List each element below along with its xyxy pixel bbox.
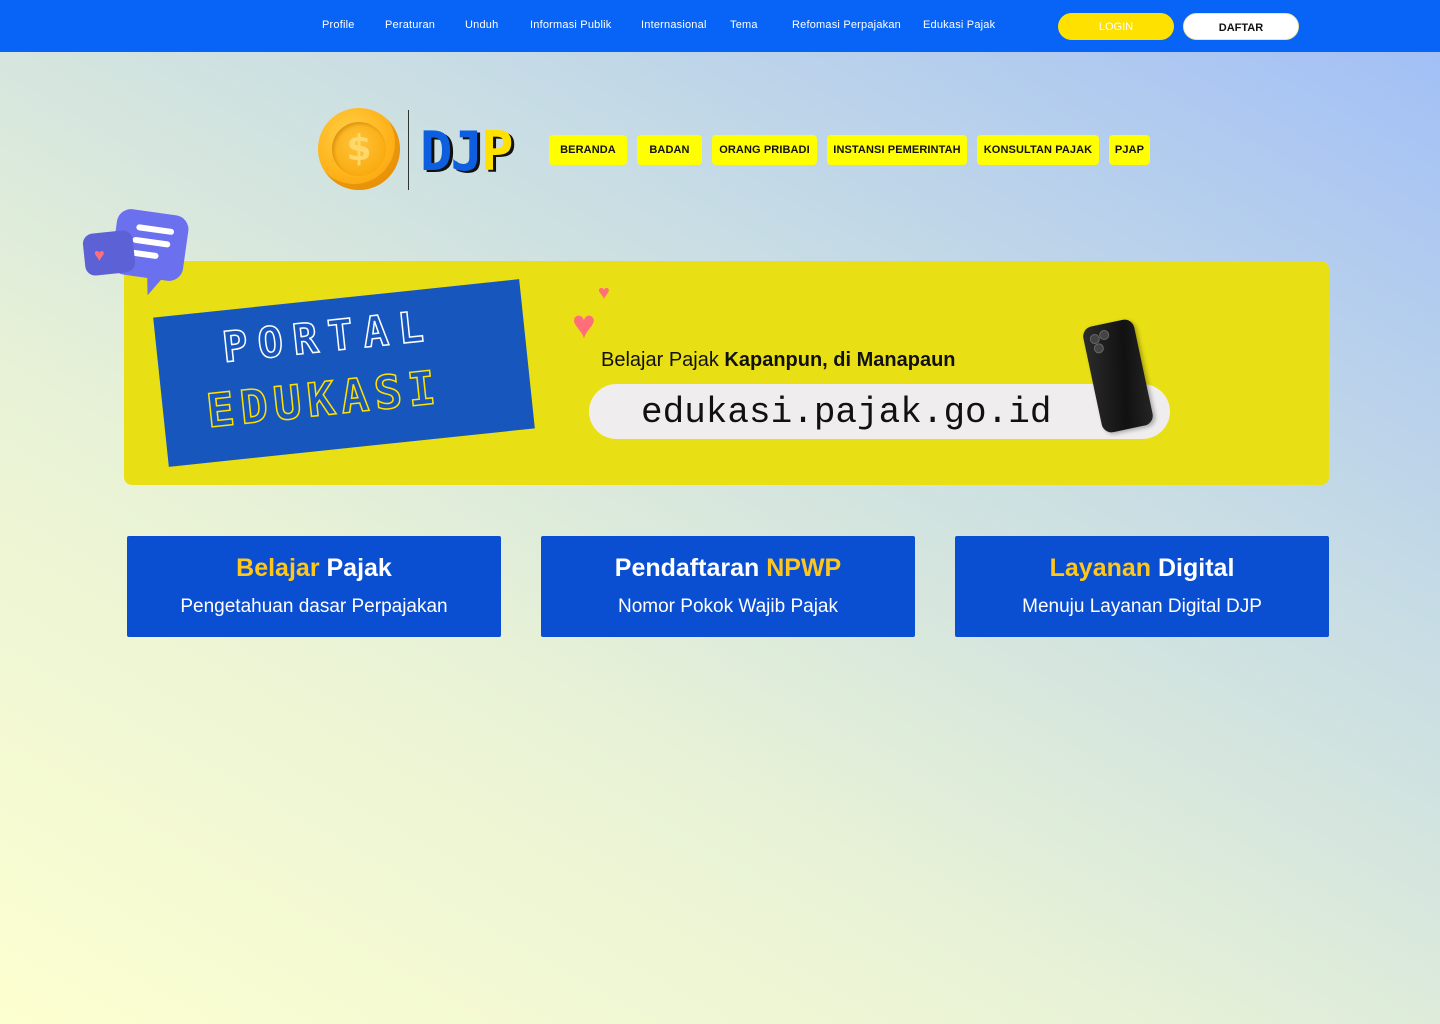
tab-beranda[interactable]: BERANDA <box>549 135 627 165</box>
tab-instansi-pemerintah[interactable]: INSTANSI PEMERINTAH <box>827 135 967 165</box>
nav-link-profile[interactable]: Profile <box>322 19 355 31</box>
card-title: Pendaftaran NPWP <box>541 554 915 583</box>
daftar-button[interactable]: DAFTAR <box>1183 13 1299 40</box>
tagline-bold: Kapanpun, di Manapaun <box>724 349 956 371</box>
heart-icon: ♥ <box>598 282 610 304</box>
tab-badan[interactable]: BADAN <box>637 135 702 165</box>
tab-orang-pribadi[interactable]: ORANG PRIBADI <box>712 135 817 165</box>
tagline-plain: Belajar Pajak <box>601 349 725 371</box>
nav-link-refomasi-perpajakan[interactable]: Refomasi Perpajakan <box>792 19 901 31</box>
nav-link-tema[interactable]: Tema <box>730 19 758 31</box>
nav-link-informasi-publik[interactable]: Informasi Publik <box>530 19 611 31</box>
bubble-back <box>81 229 137 277</box>
djp-logo[interactable]: DJP <box>420 120 514 183</box>
card-title-highlight: Layanan <box>1049 554 1152 582</box>
tab-konsultan-pajak[interactable]: KONSULTAN PAJAK <box>977 135 1099 165</box>
card-title-highlight: Belajar <box>236 554 320 582</box>
card-title-text: Pendaftaran <box>614 554 767 582</box>
card-subtitle: Nomor Pokok Wajib Pajak <box>618 596 838 617</box>
coin-icon: $ <box>318 108 400 190</box>
card-pendaftaran-npwp[interactable]: Pendaftaran NPWP Nomor Pokok Wajib Pajak <box>541 536 915 637</box>
top-navigation-bar: Profile Peraturan Unduh Informasi Publik… <box>0 0 1440 52</box>
card-title-text: Pajak <box>319 554 392 582</box>
card-belajar-pajak[interactable]: Belajar Pajak Pengetahuan dasar Perpajak… <box>127 536 501 637</box>
card-title-highlight: NPWP <box>766 554 842 582</box>
nav-link-edukasi-pajak[interactable]: Edukasi Pajak <box>923 19 995 31</box>
card-title: Layanan Digital <box>955 554 1329 583</box>
logo-text-dj: DJ <box>420 120 483 183</box>
bubble-line <box>135 223 175 236</box>
card-layanan-digital[interactable]: Layanan Digital Menuju Layanan Digital D… <box>955 536 1329 637</box>
camera-lens <box>1092 342 1105 355</box>
card-title: Belajar Pajak <box>127 554 501 583</box>
card-subtitle: Menuju Layanan Digital DJP <box>1022 596 1262 617</box>
card-subtitle: Pengetahuan dasar Perpajakan <box>180 596 448 617</box>
portal-url[interactable]: edukasi.pajak.go.id <box>641 392 1051 433</box>
bubble-line <box>132 236 171 248</box>
login-button[interactable]: LOGIN <box>1058 13 1174 40</box>
logo-text-p: P <box>481 120 513 183</box>
logo-divider <box>408 110 409 190</box>
heart-icon: ♥ <box>94 245 105 265</box>
nav-link-unduh[interactable]: Unduh <box>465 19 498 31</box>
banner-tagline: Belajar Pajak Kapanpun, di Manapaun <box>601 349 956 372</box>
card-title-text: Digital <box>1151 554 1235 582</box>
tab-pjap[interactable]: PJAP <box>1109 135 1150 165</box>
coin-symbol: $ <box>332 122 386 176</box>
heart-icon: ♥ <box>572 303 596 347</box>
camera-lens <box>1098 329 1111 341</box>
nav-link-internasional[interactable]: Internasional <box>641 19 707 31</box>
nav-link-peraturan[interactable]: Peraturan <box>385 19 435 31</box>
